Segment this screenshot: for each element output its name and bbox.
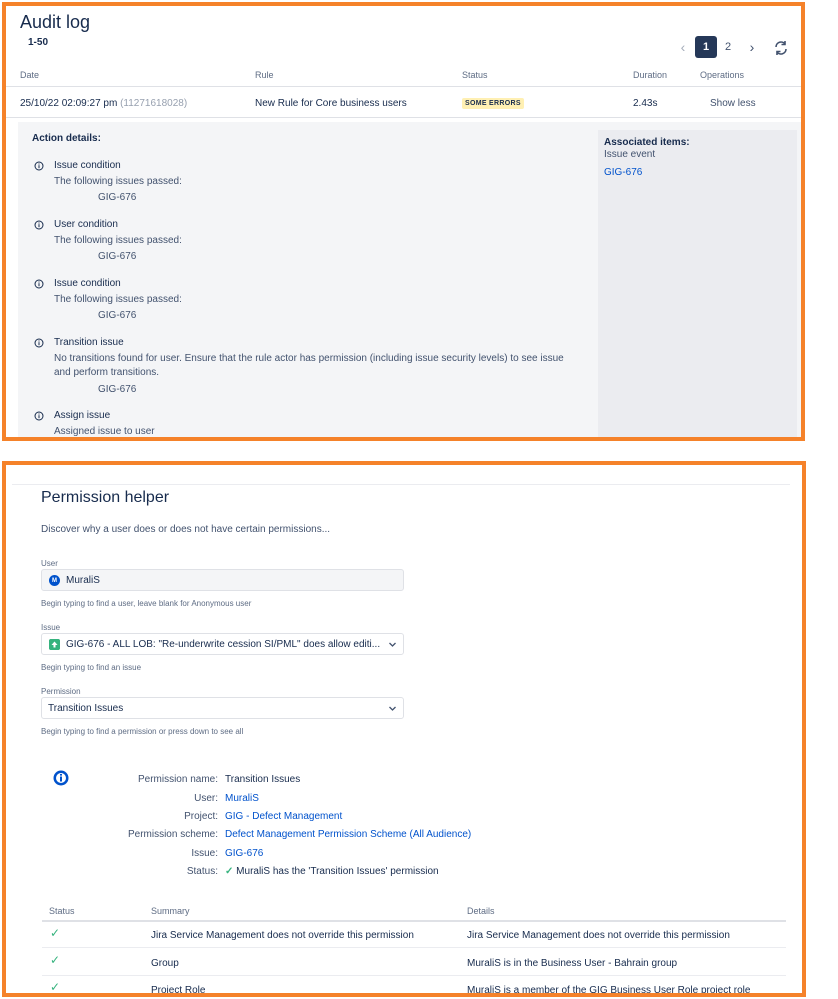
status-value: ✓ MuraliS has the 'Transition Issues' pe…: [225, 866, 439, 877]
associated-items-subtitle: Issue event: [604, 149, 656, 160]
row-duration: 2.43s: [633, 98, 658, 109]
column-header-summary: Summary: [151, 906, 190, 916]
action-description: The following issues passed:: [54, 294, 182, 305]
improvement-issue-icon: [49, 639, 60, 650]
action-description: Assigned issue to user: [54, 426, 155, 437]
chevron-down-icon: [389, 706, 396, 711]
column-header-rule: Rule: [255, 70, 274, 80]
permission-name-value: Transition Issues: [225, 774, 301, 785]
issue-select-value: GIG-676 - ALL LOB: "Re-underwrite cessio…: [66, 639, 381, 650]
row-execution-id: (11271618028): [120, 98, 188, 109]
user-field-help: Begin typing to find a user, leave blank…: [41, 599, 252, 608]
project-label: Project:: [184, 811, 218, 822]
permission-helper-title: Permission helper: [41, 489, 170, 506]
user-field-value: MuraliS: [66, 575, 100, 586]
status-text: MuraliS has the 'Transition Issues' perm…: [236, 866, 439, 877]
action-title: Issue condition: [54, 160, 121, 171]
chevron-down-icon: [389, 642, 396, 647]
row-rule: New Rule for Core business users: [255, 98, 407, 109]
audit-log-panel: Audit log 1-50 ‹ 1 2 › Date Rule Status …: [2, 2, 805, 441]
column-header-status: Status: [462, 70, 488, 80]
info-icon: [34, 161, 44, 171]
permission-field-label: Permission: [41, 687, 81, 696]
info-icon: [34, 411, 44, 421]
row-summary: Jira Service Management does not overrid…: [151, 930, 414, 941]
pagination-page-1[interactable]: 1: [695, 36, 717, 58]
column-header-duration: Duration: [633, 70, 668, 80]
row-date: 25/10/22 02:09:27 pm (11271618028): [20, 98, 187, 109]
action-issue-key: GIG-676: [98, 192, 137, 203]
action-details-panel: Action details: Issue condition The foll…: [18, 122, 801, 437]
audit-log-title: Audit log: [20, 12, 91, 32]
check-icon: ✓: [50, 926, 61, 940]
permission-select[interactable]: Transition Issues: [41, 697, 404, 719]
user-field[interactable]: M MuraliS: [41, 569, 404, 591]
issue-link[interactable]: GIG-676: [225, 848, 263, 859]
action-details-title: Action details:: [32, 133, 101, 144]
top-divider: [12, 484, 790, 485]
action-title: Issue condition: [54, 278, 121, 289]
permission-scheme-label: Permission scheme:: [127, 829, 218, 840]
action-description: The following issues passed:: [54, 235, 182, 246]
user-field-label: User: [41, 559, 58, 568]
permission-name-label: Permission name:: [137, 774, 218, 785]
refresh-icon[interactable]: [772, 39, 790, 57]
issue-select[interactable]: GIG-676 - ALL LOB: "Re-underwrite cessio…: [41, 633, 404, 655]
user-link[interactable]: MuraliS: [225, 793, 259, 804]
action-issue-key: GIG-676: [98, 384, 137, 395]
action-issue-key: GIG-676: [98, 310, 137, 321]
pagination-page-2[interactable]: 2: [719, 36, 737, 58]
row-divider: [6, 117, 801, 118]
info-icon: [34, 338, 44, 348]
row-date-value: 25/10/22 02:09:27 pm: [20, 98, 118, 109]
pagination-prev-button[interactable]: ‹: [674, 36, 692, 58]
result-range: 1-50: [28, 37, 49, 48]
avatar: M: [49, 575, 60, 586]
associated-items-panel: Associated items: Issue event GIG-676: [598, 130, 797, 437]
issue-field-label: Issue: [41, 623, 61, 632]
action-title: Assign issue: [54, 410, 111, 421]
permission-field-help: Begin typing to find a permission or pre…: [41, 727, 244, 736]
row-divider: [42, 975, 786, 976]
row-divider: [42, 947, 786, 948]
action-title: Transition issue: [54, 337, 124, 348]
check-icon: ✓: [50, 953, 61, 967]
column-header-status: Status: [49, 906, 75, 916]
row-details: MuraliS is in the Business User - Bahrai…: [467, 958, 678, 969]
column-header-operations: Operations: [700, 70, 745, 80]
row-summary: Group: [151, 958, 179, 969]
user-label: User:: [194, 793, 218, 804]
check-icon: ✓: [50, 980, 61, 994]
permission-scheme-link[interactable]: Defect Management Permission Scheme (All…: [225, 829, 471, 840]
row-details: MuraliS is a member of the GIG Business …: [467, 985, 751, 996]
status-badge: SOME ERRORS: [462, 98, 524, 109]
show-less-button[interactable]: Show less: [710, 98, 756, 109]
info-icon: [34, 279, 44, 289]
table-header-divider: [42, 920, 786, 922]
associated-items-title: Associated items:: [604, 137, 690, 148]
permission-helper-panel: Permission helper Discover why a user do…: [2, 461, 806, 997]
issue-label: Issue:: [191, 848, 218, 859]
info-icon: [53, 770, 69, 786]
action-title: User condition: [54, 219, 118, 230]
info-icon: [34, 220, 44, 230]
row-details: Jira Service Management does not overrid…: [467, 930, 730, 941]
header-divider: [6, 86, 801, 87]
check-icon: ✓: [225, 866, 234, 877]
permission-select-value: Transition Issues: [48, 703, 124, 714]
permission-helper-description: Discover why a user does or does not hav…: [41, 524, 331, 535]
associated-issue-link[interactable]: GIG-676: [604, 167, 642, 178]
row-summary: Project Role: [151, 985, 206, 996]
action-description-cont: and perform transitions.: [54, 367, 160, 378]
column-header-date: Date: [20, 70, 40, 80]
status-label: Status:: [186, 866, 218, 877]
column-header-details: Details: [467, 906, 495, 916]
project-link[interactable]: GIG - Defect Management: [225, 811, 342, 822]
action-description: No transitions found for user. Ensure th…: [54, 353, 564, 364]
issue-field-help: Begin typing to find an issue: [41, 663, 142, 672]
action-description: The following issues passed:: [54, 176, 182, 187]
pagination-next-button[interactable]: ›: [743, 36, 761, 58]
action-issue-key: GIG-676: [98, 251, 137, 262]
